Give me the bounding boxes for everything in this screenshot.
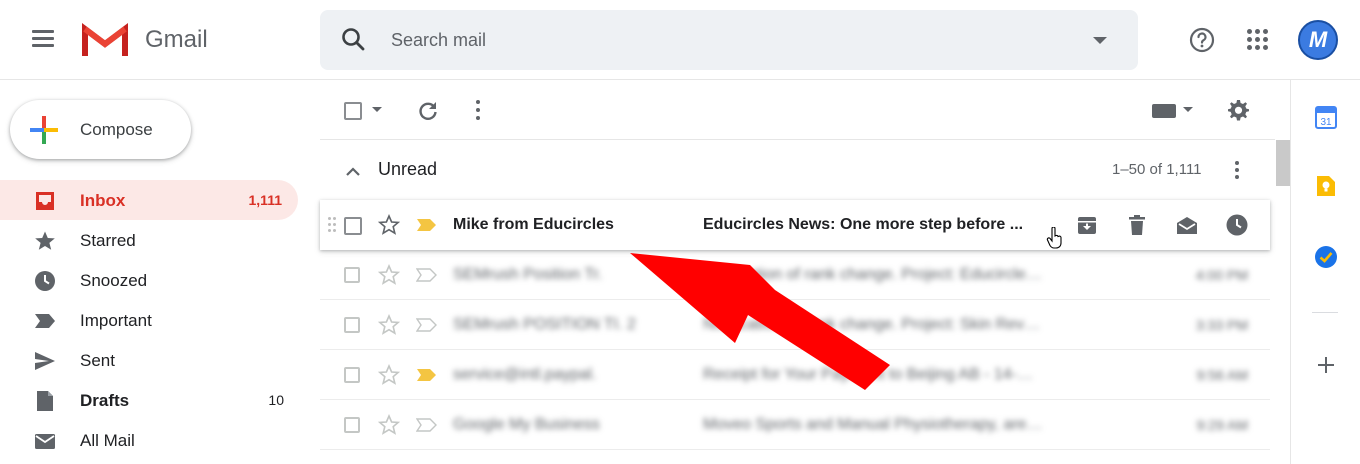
gmail-logo-icon[interactable]: [82, 22, 128, 58]
sidebar-item-label: Important: [80, 311, 152, 330]
email-time: 3:33 PM: [1195, 317, 1248, 333]
mail-toolbar: [320, 80, 1275, 140]
draft-count: 10: [268, 392, 284, 408]
email-row[interactable]: Google My Business Moveo Sports and Manu…: [320, 400, 1270, 450]
row-checkbox[interactable]: [344, 317, 360, 333]
search-icon[interactable]: [340, 26, 368, 59]
mail-icon: [34, 430, 56, 452]
sidebar-item-label: Sent: [80, 351, 115, 370]
more-options-icon[interactable]: [474, 100, 482, 120]
important-marker-icon[interactable]: [415, 268, 438, 282]
star-toggle-icon[interactable]: [377, 363, 401, 391]
sidebar-item-important[interactable]: Important: [0, 300, 300, 340]
mark-read-icon[interactable]: [1175, 213, 1199, 237]
email-time: 9:56 AM: [1196, 367, 1248, 383]
row-checkbox[interactable]: [344, 417, 360, 433]
collapse-section-icon[interactable]: [345, 165, 361, 183]
clock-icon: [34, 270, 56, 292]
important-marker-icon[interactable]: [415, 318, 438, 332]
sidebar-item-sent[interactable]: Sent: [0, 340, 300, 380]
main-menu-icon[interactable]: [32, 30, 56, 50]
compose-label: Compose: [80, 120, 153, 139]
important-marker-icon[interactable]: [416, 368, 438, 382]
email-subject: Moveo Sports and Manual Physiotherapy, a…: [703, 416, 1043, 433]
refresh-icon[interactable]: [416, 99, 440, 128]
star-toggle-icon[interactable]: [377, 413, 401, 441]
delete-icon[interactable]: [1125, 213, 1149, 237]
gear-icon[interactable]: [1226, 98, 1250, 127]
tasks-icon[interactable]: [1314, 245, 1338, 274]
hand-cursor-icon: [1046, 226, 1064, 254]
pagination-range[interactable]: 1–50 of 1,111: [1112, 161, 1202, 178]
keyboard-icon[interactable]: [1152, 104, 1176, 118]
row-checkbox[interactable]: [344, 367, 360, 383]
email-sender: Google My Business: [453, 416, 600, 433]
select-all-checkbox[interactable]: [344, 102, 362, 120]
section-options-icon[interactable]: [1233, 159, 1241, 181]
avatar[interactable]: M: [1298, 20, 1338, 60]
drag-handle-icon[interactable]: [328, 217, 336, 233]
scrollbar-thumb[interactable]: [1276, 140, 1290, 186]
calendar-icon[interactable]: 31: [1315, 105, 1337, 134]
row-checkbox[interactable]: [344, 267, 360, 283]
sidebar-item-starred[interactable]: Starred: [0, 220, 300, 260]
sidebar-item-label: Starred: [80, 231, 136, 250]
email-time: 4:00 PM: [1195, 267, 1248, 283]
star-icon: [34, 230, 56, 252]
unread-count: 1,111: [248, 192, 283, 208]
add-addon-icon[interactable]: [1316, 355, 1336, 380]
send-icon: [34, 350, 56, 372]
important-marker-icon[interactable]: [415, 418, 438, 432]
annotation-arrow: [600, 225, 900, 400]
archive-icon[interactable]: [1075, 213, 1099, 237]
section-title[interactable]: Unread: [378, 159, 437, 180]
sidebar-item-all-mail[interactable]: All Mail: [0, 420, 300, 460]
app-name[interactable]: Gmail: [145, 26, 208, 54]
plus-icon: [28, 114, 60, 146]
side-panel-divider: [1312, 312, 1338, 313]
star-toggle-icon[interactable]: [377, 263, 401, 291]
sidebar-item-inbox[interactable]: Inbox 1,111: [0, 180, 298, 220]
email-time: 9:29 AM: [1196, 417, 1248, 433]
snooze-icon[interactable]: [1225, 213, 1249, 237]
input-tools-caret-icon[interactable]: [1183, 107, 1193, 112]
sidebar-item-label: Inbox: [80, 191, 126, 210]
star-toggle-icon[interactable]: [377, 313, 401, 341]
star-toggle-icon[interactable]: [377, 213, 401, 241]
svg-text:31: 31: [1320, 117, 1332, 128]
sidebar-item-label: All Mail: [80, 431, 135, 450]
row-checkbox[interactable]: [344, 217, 362, 235]
search-input[interactable]: Search mail: [391, 30, 486, 51]
sidebar-item-label: Snoozed: [80, 271, 148, 290]
inbox-icon: [34, 190, 56, 212]
select-options-icon[interactable]: [372, 107, 382, 112]
important-marker-icon[interactable]: [416, 218, 438, 232]
apps-grid-icon[interactable]: [1246, 28, 1270, 52]
sidebar-item-snoozed[interactable]: Snoozed: [0, 260, 300, 300]
draft-icon: [34, 390, 56, 412]
search-options-icon[interactable]: [1093, 37, 1107, 44]
sidebar-item-label: Drafts: [80, 391, 130, 410]
important-icon: [34, 310, 56, 332]
help-icon[interactable]: [1188, 26, 1216, 59]
sidebar-item-drafts[interactable]: Drafts 10: [0, 380, 300, 420]
keep-icon[interactable]: [1316, 174, 1336, 203]
